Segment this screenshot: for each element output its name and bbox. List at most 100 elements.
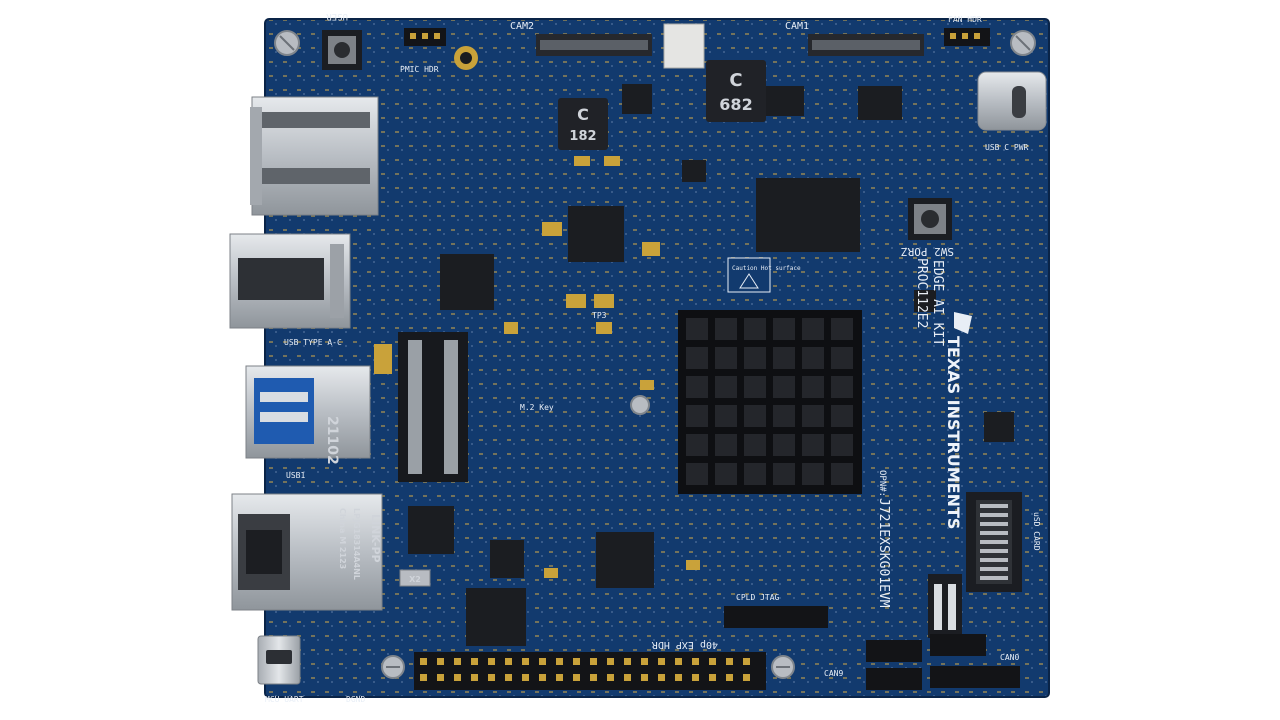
heatsink-fin <box>831 405 853 427</box>
fan-header <box>944 28 990 46</box>
sw2-label: SW2 PORZ <box>901 245 954 258</box>
inductor-right-code: 682 <box>719 95 752 114</box>
mcu-uart-label: MCU UART <box>265 695 304 704</box>
dip-switch <box>928 574 962 638</box>
cam1-label: CAM1 <box>785 21 809 32</box>
header-pin <box>624 674 631 681</box>
heatsink-fin <box>831 347 853 369</box>
sd-pin <box>980 549 1008 553</box>
header-pin <box>692 658 699 665</box>
sw2-button <box>908 198 952 240</box>
m2-slot <box>398 332 468 482</box>
header-label: 40p EXP HDR <box>651 639 718 650</box>
heatsink-fin <box>773 376 795 398</box>
heatsink-fin <box>744 318 766 340</box>
ti-brand: TEXAS INSTRUMENTS <box>944 336 963 529</box>
pcb-code: PROC112E2 <box>914 258 929 328</box>
usb1-label: USB1 <box>286 471 305 480</box>
header-pin <box>471 658 478 665</box>
heatsink-fin <box>744 463 766 485</box>
can9-label: CAN9 <box>824 669 843 678</box>
sd-card-label: uSD CARD <box>1032 512 1041 551</box>
header-pin <box>488 658 495 665</box>
header-pin <box>641 658 648 665</box>
header-pin <box>454 674 461 681</box>
inductor-left-mark: C <box>577 105 589 124</box>
usb-type-label: USB TYPE A-C <box>284 338 342 347</box>
crystal-label: X2 <box>409 575 421 584</box>
heatsink-fin <box>802 376 824 398</box>
board-rev: J721EXSKG01EVM <box>876 498 891 608</box>
header-pin <box>437 658 444 665</box>
heatsink-fin <box>715 376 737 398</box>
usb-c-power-port <box>977 71 1047 131</box>
pmic-hdr-label: PMIC HDR <box>400 65 439 74</box>
usb3-stack-port: 21102 <box>245 365 371 465</box>
header-pin <box>675 674 682 681</box>
heatsink-fin <box>773 463 795 485</box>
inductor-left-code: 182 <box>569 129 596 144</box>
user-label: USER <box>326 11 348 21</box>
header-pin <box>692 674 699 681</box>
header-pin <box>726 658 733 665</box>
board-opn: OPN#: <box>877 470 887 497</box>
sd-card-slot <box>966 492 1022 592</box>
heatsink-fin <box>802 463 824 485</box>
sd-pin <box>980 531 1008 535</box>
header-pin <box>590 674 597 681</box>
header-pin <box>437 674 444 681</box>
heatsink-fin <box>831 376 853 398</box>
header-pin <box>488 674 495 681</box>
sd-pin <box>980 576 1008 580</box>
header-pin <box>505 674 512 681</box>
ethernet-port: LINK-PP LPJG18314A4NL China M 2123 <box>231 493 383 611</box>
header-pin <box>539 658 546 665</box>
header-pin <box>607 658 614 665</box>
edge-ai-kit-label: EDGE AI KIT <box>930 260 945 346</box>
header-pin <box>556 674 563 681</box>
eth-part: LPJG18314A4NL <box>352 508 361 580</box>
inductor-left: C 182 <box>558 98 608 150</box>
white-connector <box>663 23 705 69</box>
m2-key-label: M.2 Key <box>520 403 554 412</box>
header-pin <box>556 658 563 665</box>
displayport-connector <box>250 96 379 216</box>
inductor-right-mark: C <box>729 70 742 91</box>
heatsink-fin <box>802 347 824 369</box>
sd-pin <box>980 558 1008 562</box>
heatsink-fin <box>831 434 853 456</box>
heatsink-fin <box>686 463 708 485</box>
header-pin <box>539 674 546 681</box>
heatsink-fin <box>802 318 824 340</box>
cam2-label: CAM2 <box>510 21 534 32</box>
sd-pin <box>980 513 1008 517</box>
sd-pin <box>980 540 1008 544</box>
heatsink-fin <box>744 347 766 369</box>
usb-a-port-top <box>229 233 351 329</box>
heatsink-fin <box>715 347 737 369</box>
usb-c-pwr-label: USB C PWR <box>985 143 1029 152</box>
pmic-header <box>404 28 446 46</box>
heatsink-fin <box>802 434 824 456</box>
caution-text: Caution Hot surface <box>732 265 801 272</box>
usb-stack-text: 21102 <box>324 416 340 465</box>
header-pin <box>658 658 665 665</box>
heatsink-fin <box>773 434 795 456</box>
heatsink-fin <box>715 318 737 340</box>
heatsink-fin <box>773 347 795 369</box>
sd-pin <box>980 567 1008 571</box>
heatsink-fin <box>686 318 708 340</box>
eth-brand: LINK-PP <box>369 514 382 563</box>
heatsink <box>678 310 862 494</box>
header-pin <box>709 674 716 681</box>
cam2-connector <box>536 34 652 56</box>
can0-label: CAN0 <box>1000 653 1019 662</box>
header-pin <box>522 674 529 681</box>
header-pin <box>641 674 648 681</box>
heatsink-fin <box>686 347 708 369</box>
header-pin <box>658 674 665 681</box>
header-pin <box>590 658 597 665</box>
header-pin <box>675 658 682 665</box>
heatsink-fin <box>686 376 708 398</box>
header-pin <box>505 658 512 665</box>
